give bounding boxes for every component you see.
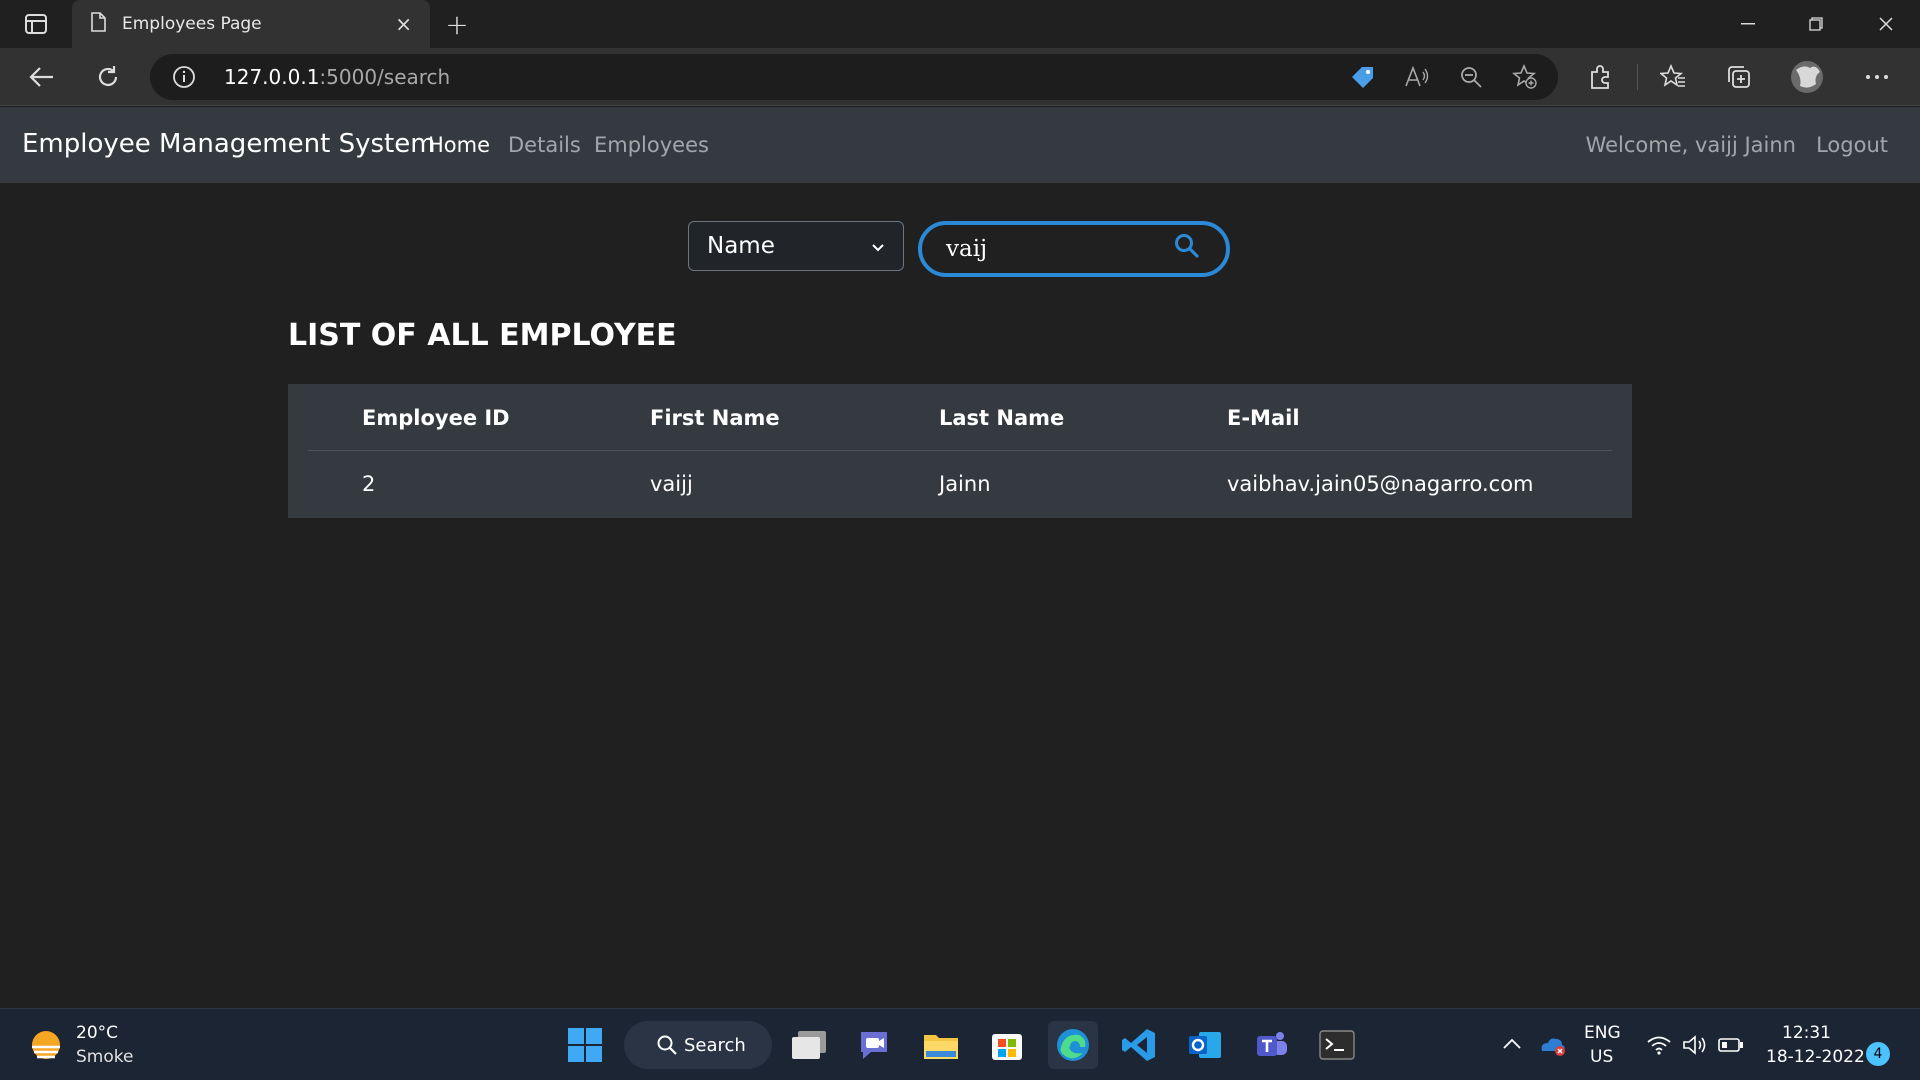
col-header-last-name: Last Name (939, 406, 1065, 430)
show-hidden-icons-chevron[interactable] (1502, 1035, 1522, 1054)
browser-toolbar: 127.0.0.1:5000/search (0, 48, 1920, 106)
microsoft-store-icon[interactable] (982, 1021, 1032, 1069)
table-cell-last-name: Jainn (939, 472, 991, 496)
search-field-selected: Name (707, 233, 775, 259)
table-divider (308, 450, 1612, 451)
new-tab-button[interactable]: + (440, 8, 474, 41)
profile-avatar-icon[interactable] (1790, 60, 1824, 94)
back-icon[interactable] (22, 58, 62, 96)
more-options-icon[interactable] (1860, 60, 1894, 94)
teams-chat-icon[interactable] (850, 1021, 900, 1069)
extensions-icon[interactable] (1584, 60, 1618, 94)
windows-taskbar: 20°C Smoke Search ENG US 12:31 18-12-202… (0, 1008, 1920, 1080)
favorites-icon[interactable] (1656, 60, 1690, 94)
url-host: 127.0.0.1 (224, 65, 320, 89)
terminal-icon[interactable] (1312, 1021, 1362, 1069)
restore-icon[interactable] (1782, 0, 1850, 48)
weather-icon[interactable] (26, 1027, 66, 1067)
table-cell-first-name: vaijj (650, 472, 693, 496)
nav-home[interactable]: Home (428, 133, 490, 157)
welcome-text: Welcome, vaijj Jainn (1585, 133, 1796, 157)
tab-title: Employees Page (122, 14, 262, 34)
wifi-icon[interactable] (1646, 1035, 1672, 1059)
close-tab-icon[interactable]: × (395, 12, 412, 36)
site-info-icon[interactable] (172, 65, 196, 93)
nav-details[interactable]: Details (508, 133, 581, 157)
tab-employees-page[interactable]: Employees Page × (72, 0, 430, 48)
brand-link[interactable]: Employee Management System (22, 129, 436, 159)
clock-time[interactable]: 12:31 (1782, 1023, 1831, 1043)
url-path: :5000/search (319, 65, 451, 89)
nav-employees[interactable]: Employees (594, 133, 709, 157)
search-input-value: vaij (946, 236, 988, 262)
minimize-icon[interactable] (1714, 0, 1782, 48)
file-explorer-icon[interactable] (916, 1021, 966, 1069)
collections-icon[interactable] (1722, 60, 1756, 94)
page-icon (90, 12, 106, 36)
tab-actions-icon[interactable] (18, 10, 54, 38)
taskbar-search[interactable]: Search (624, 1021, 772, 1069)
chevron-down-icon (871, 233, 885, 259)
browser-tab-bar: Employees Page × + (0, 0, 1920, 48)
teams-icon[interactable] (1246, 1021, 1296, 1069)
add-favorite-icon[interactable] (1510, 64, 1540, 90)
language-secondary[interactable]: US (1590, 1047, 1613, 1067)
zoom-out-icon[interactable] (1456, 64, 1486, 90)
taskbar-search-label: Search (684, 1034, 746, 1056)
logout-link[interactable]: Logout (1816, 133, 1888, 157)
read-aloud-icon[interactable] (1402, 64, 1432, 90)
search-field-select[interactable]: Name (688, 221, 904, 271)
search-icon[interactable] (1174, 233, 1200, 263)
search-input[interactable]: vaij (918, 221, 1230, 277)
url-text: 127.0.0.1:5000/search (224, 65, 450, 89)
weather-temperature[interactable]: 20°C (76, 1023, 118, 1043)
battery-icon[interactable] (1718, 1037, 1744, 1057)
outlook-icon[interactable] (1180, 1021, 1230, 1069)
clock-date[interactable]: 18-12-2022 (1766, 1047, 1865, 1067)
app-navbar: Employee Management System Home Details … (0, 107, 1920, 183)
close-window-icon[interactable] (1852, 0, 1920, 48)
language-primary[interactable]: ENG (1584, 1023, 1621, 1043)
employee-table: Employee ID First Name Last Name E-Mail … (288, 384, 1632, 518)
weather-condition[interactable]: Smoke (76, 1047, 133, 1067)
table-cell-employee-id: 2 (362, 472, 376, 496)
page-title: LIST OF ALL EMPLOYEE (288, 318, 677, 353)
address-bar[interactable]: 127.0.0.1:5000/search (150, 54, 1558, 100)
vscode-icon[interactable] (1114, 1021, 1164, 1069)
notification-badge[interactable]: 4 (1866, 1042, 1890, 1066)
col-header-email: E-Mail (1227, 406, 1300, 430)
col-header-employee-id: Employee ID (362, 406, 510, 430)
table-cell-email: vaibhav.jain05@nagarro.com (1227, 472, 1534, 496)
start-button[interactable] (560, 1021, 610, 1069)
coupon-tag-icon[interactable] (1348, 64, 1378, 90)
toolbar-separator (1637, 64, 1638, 90)
col-header-first-name: First Name (650, 406, 780, 430)
edge-browser-icon[interactable] (1048, 1021, 1098, 1069)
task-view-icon[interactable] (784, 1021, 834, 1069)
onedrive-icon[interactable] (1538, 1033, 1568, 1061)
refresh-icon[interactable] (88, 58, 128, 96)
volume-icon[interactable] (1682, 1034, 1710, 1060)
search-icon (656, 1034, 678, 1061)
